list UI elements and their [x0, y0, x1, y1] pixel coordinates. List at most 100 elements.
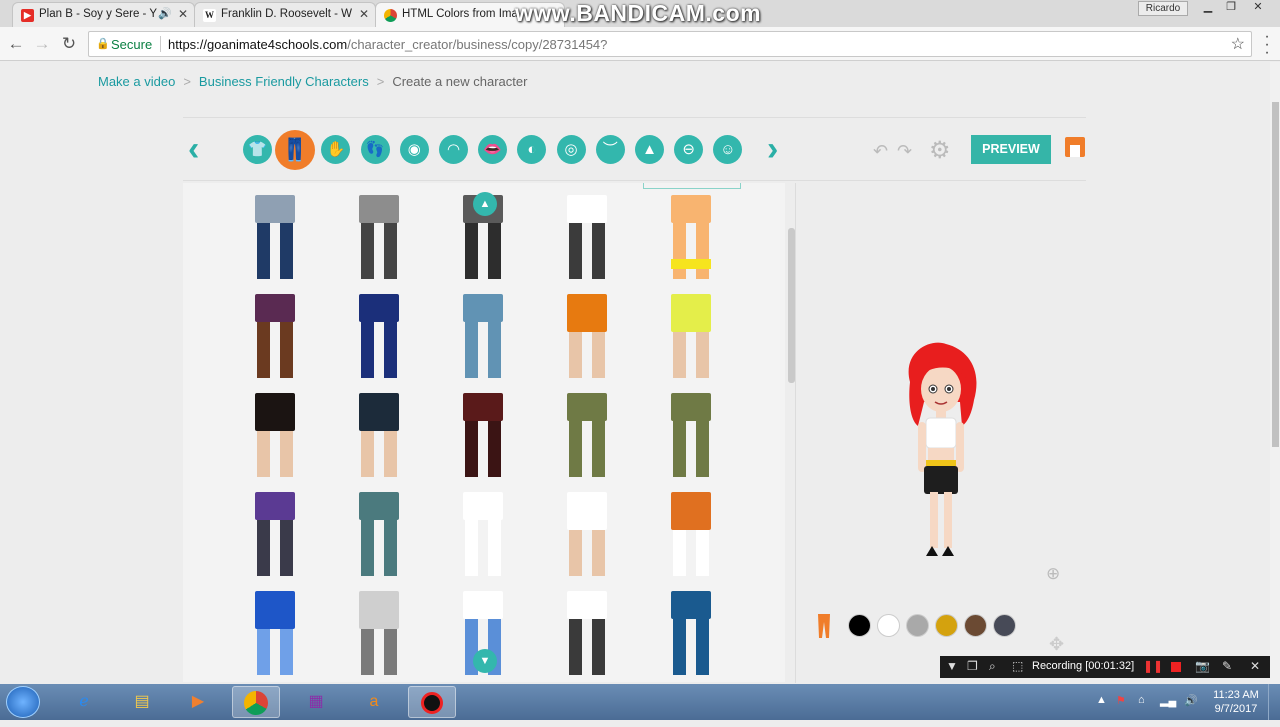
feet-icon[interactable]: 👣: [360, 135, 390, 164]
pencil-icon[interactable]: ✎: [1222, 659, 1232, 673]
clothing-item[interactable]: [651, 193, 731, 283]
clothing-item[interactable]: [443, 292, 523, 382]
color-swatch[interactable]: [906, 614, 929, 637]
close-icon[interactable]: ✕: [1250, 659, 1260, 673]
head-shape-icon[interactable]: ◉: [399, 135, 429, 164]
clothing-item[interactable]: [235, 292, 315, 382]
clothing-item[interactable]: [235, 490, 315, 580]
audio-icon[interactable]: 🔊: [158, 7, 172, 20]
winrar-icon[interactable]: ▦: [292, 686, 340, 718]
clothing-item[interactable]: [651, 391, 731, 481]
bandicam-icon[interactable]: [408, 686, 456, 718]
clothing-item[interactable]: [547, 391, 627, 481]
tray-security-icon[interactable]: ⚑: [1116, 694, 1126, 707]
url-text[interactable]: https://goanimate4schools.com/character_…: [168, 37, 607, 52]
grid-scrollbar[interactable]: [788, 228, 795, 383]
pause-icon[interactable]: ❚❚: [1143, 659, 1163, 673]
clock-date: 9/7/2017: [1214, 703, 1258, 715]
lower-body-icon[interactable]: 👖: [275, 130, 315, 170]
forward-icon[interactable]: →: [31, 33, 53, 55]
tray-signal-icon[interactable]: ▂▄: [1160, 694, 1176, 707]
avast-icon[interactable]: a: [350, 686, 398, 718]
hand-icon[interactable]: ✋: [321, 135, 351, 164]
search-icon[interactable]: ⌕: [989, 659, 996, 674]
category-prev-arrow-icon[interactable]: ‹: [188, 132, 199, 166]
clothing-item[interactable]: [339, 490, 419, 580]
tray-volume-icon[interactable]: 🔊: [1184, 694, 1198, 707]
clothing-item[interactable]: [339, 391, 419, 481]
ear-icon[interactable]: ◐: [517, 135, 547, 164]
collapse-icon[interactable]: ▼: [946, 659, 958, 673]
color-swatch[interactable]: [935, 614, 958, 637]
browser-tab[interactable]: ▶ Plan B - Soy y Sere - Y 🔊 ✕: [12, 2, 195, 27]
clothing-item[interactable]: [651, 490, 731, 580]
clothing-item[interactable]: [339, 589, 419, 679]
color-swatch[interactable]: [848, 614, 871, 637]
move-icon[interactable]: ✥: [1049, 634, 1064, 655]
breadcrumb-business-characters[interactable]: Business Friendly Characters: [199, 74, 369, 89]
bookmark-star-icon[interactable]: ☆: [1231, 34, 1245, 54]
close-window-icon[interactable]: ✕: [1246, 0, 1270, 16]
close-tab-icon[interactable]: ✕: [178, 7, 188, 21]
zoom-in-icon[interactable]: ⊕: [1046, 564, 1060, 584]
clothing-item[interactable]: [547, 490, 627, 580]
clothing-item[interactable]: [547, 589, 627, 679]
mouth-icon[interactable]: 👄: [478, 135, 508, 164]
nose-icon[interactable]: ▲: [635, 135, 664, 164]
save-icon[interactable]: [1065, 137, 1085, 157]
preview-button[interactable]: PREVIEW: [971, 135, 1051, 164]
clothing-item[interactable]: [443, 391, 523, 481]
clothing-item[interactable]: [547, 292, 627, 382]
window-mode-icon[interactable]: ❐: [967, 659, 978, 673]
color-swatch[interactable]: [993, 614, 1016, 637]
color-swatch[interactable]: [964, 614, 987, 637]
restore-icon[interactable]: ❐: [1219, 0, 1243, 16]
undo-icon[interactable]: ↶: [873, 141, 888, 162]
stop-icon[interactable]: [1171, 662, 1181, 672]
show-desktop-button[interactable]: [1268, 684, 1280, 720]
gear-icon[interactable]: ⚙: [929, 136, 951, 165]
clothing-item[interactable]: [651, 292, 731, 382]
color-swatch[interactable]: [877, 614, 900, 637]
clothing-item[interactable]: [651, 589, 731, 679]
clothing-item[interactable]: [443, 490, 523, 580]
start-button[interactable]: [6, 686, 40, 718]
eye-icon[interactable]: ◎: [556, 135, 586, 164]
internet-explorer-icon[interactable]: ℯ: [60, 686, 108, 718]
tray-network-icon[interactable]: ⌂: [1138, 694, 1145, 706]
media-player-icon[interactable]: ▶: [174, 686, 222, 718]
clothing-item[interactable]: [235, 589, 315, 679]
browser-tab[interactable]: W Franklin D. Roosevelt - W ✕: [194, 2, 376, 27]
clothing-item[interactable]: [235, 391, 315, 481]
back-icon[interactable]: ←: [5, 33, 27, 55]
camera-icon[interactable]: 📷: [1195, 659, 1210, 673]
breadcrumb-make-video[interactable]: Make a video: [98, 74, 175, 89]
scroll-down-icon[interactable]: ▼: [473, 649, 497, 673]
clothing-item[interactable]: [547, 193, 627, 283]
close-tab-icon[interactable]: ✕: [359, 7, 369, 21]
face-mark-icon[interactable]: ☺: [713, 135, 743, 164]
clothing-item[interactable]: [339, 193, 419, 283]
page-scrollbar[interactable]: [1270, 62, 1280, 684]
file-explorer-icon[interactable]: ▤: [118, 686, 166, 718]
reload-icon[interactable]: ↻: [58, 33, 80, 55]
scroll-up-icon[interactable]: ▲: [473, 192, 497, 216]
divider: [795, 183, 796, 683]
hair-icon[interactable]: ◠: [439, 135, 468, 164]
category-next-arrow-icon[interactable]: ›: [767, 132, 778, 166]
clock[interactable]: 11:23 AM 9/7/2017: [1210, 688, 1262, 716]
tray-expand-icon[interactable]: ▲: [1096, 694, 1107, 706]
clothing-item[interactable]: [235, 193, 315, 283]
profile-name[interactable]: Ricardo: [1138, 1, 1188, 16]
address-bar[interactable]: 🔒 Secure https://goanimate4schools.com/c…: [88, 31, 1252, 57]
glasses-icon[interactable]: ⊖: [674, 135, 704, 164]
redo-icon[interactable]: ↷: [897, 141, 912, 162]
clothing-item[interactable]: [339, 292, 419, 382]
upper-body-icon[interactable]: 👕: [243, 135, 272, 164]
page-scrollbar-thumb[interactable]: [1272, 102, 1279, 447]
browser-menu-icon[interactable]: · · ·: [1262, 29, 1272, 61]
eyebrow-icon[interactable]: ︶: [595, 135, 625, 164]
chrome-icon[interactable]: [232, 686, 280, 718]
region-icon[interactable]: ⬚: [1012, 659, 1023, 673]
minimize-icon[interactable]: ▁: [1196, 0, 1220, 16]
